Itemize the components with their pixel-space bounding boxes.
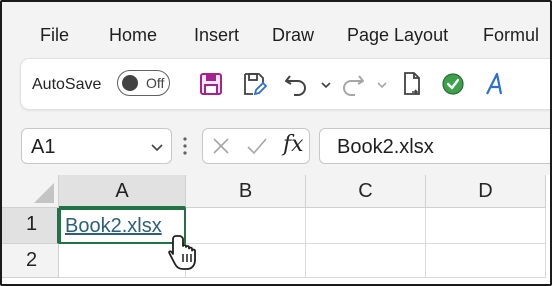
formula-input[interactable]: Book2.xlsx: [319, 128, 550, 164]
cell-c1[interactable]: [306, 208, 426, 244]
chevron-down-icon: [377, 82, 387, 89]
hand-pointer-cursor-icon: [168, 235, 196, 270]
redo-icon: [343, 75, 364, 96]
cell-b2[interactable]: [186, 244, 306, 278]
select-all-corner[interactable]: [2, 175, 59, 208]
chevron-down-icon[interactable]: [149, 139, 165, 155]
insert-function-button[interactable]: fx: [283, 132, 304, 158]
name-box[interactable]: A1: [21, 128, 172, 164]
menu-file[interactable]: File: [40, 24, 69, 46]
text-effects-icon: [486, 72, 503, 95]
autosave-toggle[interactable]: Off: [117, 70, 170, 96]
formula-value: Book2.xlsx: [337, 136, 434, 158]
save-as-button[interactable]: [240, 70, 268, 98]
cell-a2[interactable]: [59, 244, 186, 278]
enter-checkmark-icon[interactable]: [246, 136, 268, 156]
save-button[interactable]: [197, 70, 225, 98]
row-header-2[interactable]: 2: [2, 244, 59, 278]
text-effects-button[interactable]: [481, 70, 509, 98]
toggle-state-label: Off: [146, 75, 165, 91]
row-header-1[interactable]: 1: [2, 208, 59, 244]
save-as-icon: [244, 73, 268, 96]
redo-dropdown[interactable]: [368, 70, 387, 98]
cell-d2[interactable]: [426, 244, 546, 278]
quick-access-toolbar: AutoSave Off: [21, 59, 550, 109]
menu-bar: File Home Insert Draw Page Layout Formul: [2, 2, 550, 54]
autosave-label: AutoSave: [32, 76, 102, 93]
more-options-icon[interactable]: [181, 132, 189, 160]
new-file-button[interactable]: [398, 70, 426, 98]
menu-formulas[interactable]: Formul: [483, 24, 539, 46]
worksheet-grid: A B C D 1 2 Book2.xlsx: [2, 175, 550, 284]
name-box-value: A1: [31, 136, 56, 158]
select-all-icon: [34, 183, 54, 203]
redo-button[interactable]: [339, 70, 367, 98]
checker-icon: [442, 73, 464, 95]
check-accessibility-button[interactable]: [439, 70, 467, 98]
menu-draw[interactable]: Draw: [272, 24, 314, 46]
toggle-knob: [122, 75, 138, 91]
cell-a1-hyperlink[interactable]: Book2.xlsx: [65, 215, 162, 237]
undo-dropdown[interactable]: [312, 70, 331, 98]
cell-b1[interactable]: [186, 208, 306, 244]
menu-insert[interactable]: Insert: [194, 24, 239, 46]
formula-bar: A1 fx Book2.xlsx: [2, 120, 550, 170]
save-icon: [200, 73, 222, 95]
new-file-icon: [404, 72, 420, 95]
column-header-a[interactable]: A: [59, 175, 186, 208]
cancel-icon[interactable]: [211, 136, 231, 156]
excel-window: File Home Insert Draw Page Layout Formul…: [0, 0, 552, 286]
menu-page-layout[interactable]: Page Layout: [347, 24, 448, 46]
cell-a1[interactable]: Book2.xlsx: [59, 208, 186, 244]
column-header-b[interactable]: B: [186, 175, 306, 208]
formula-controls: fx: [202, 128, 310, 164]
column-header-c[interactable]: C: [306, 175, 426, 208]
undo-icon: [285, 75, 306, 96]
menu-home[interactable]: Home: [109, 24, 157, 46]
cell-d1[interactable]: [426, 208, 546, 244]
cell-c2[interactable]: [306, 244, 426, 278]
chevron-down-icon: [321, 82, 331, 89]
undo-button[interactable]: [282, 70, 310, 98]
column-header-d[interactable]: D: [426, 175, 546, 208]
